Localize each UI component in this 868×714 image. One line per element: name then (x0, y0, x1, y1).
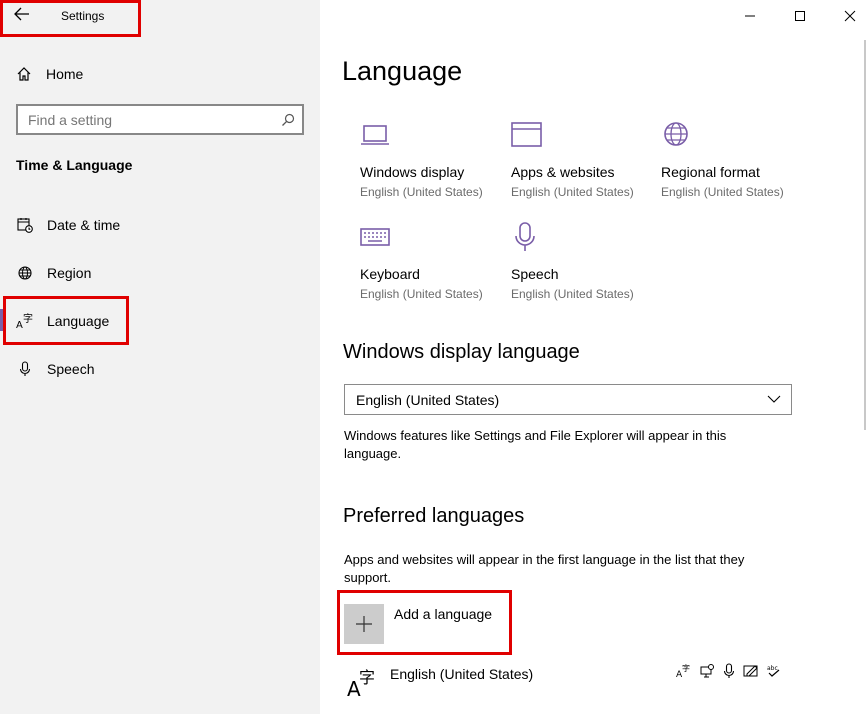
page-title: Language (342, 56, 463, 86)
sidebar-item-speech[interactable]: Speech (16, 357, 94, 381)
sidebar-item-label: Date & time (47, 217, 121, 233)
handwriting-icon (743, 665, 758, 677)
plus-icon (356, 616, 372, 632)
add-language-label[interactable]: Add a language (394, 606, 492, 622)
minimize-button[interactable] (740, 6, 760, 26)
preferred-languages-heading: Preferred languages (343, 505, 525, 527)
add-language-button[interactable] (344, 604, 384, 644)
language-icon: A字 (346, 666, 378, 701)
section-title: Time & Language (16, 157, 133, 173)
tile-sublabel: English (United States) (661, 185, 784, 199)
home-label: Home (46, 66, 84, 82)
display-language-heading: Windows display language (343, 341, 580, 363)
search-icon[interactable] (281, 113, 295, 127)
close-button[interactable] (840, 6, 860, 26)
close-icon (844, 10, 856, 22)
search-placeholder: Find a setting (28, 112, 113, 128)
preferred-languages-description: Apps and websites will appear in the fir… (344, 552, 745, 585)
display-language-icon: A字 (676, 663, 690, 679)
tile-label: Keyboard (360, 266, 420, 282)
sidebar-item-label: Speech (47, 361, 95, 377)
microphone-icon (511, 222, 651, 256)
chevron-down-icon (767, 395, 781, 403)
tile-sublabel: English (United States) (360, 185, 483, 199)
minimize-icon (745, 15, 755, 17)
language-highlight-box (3, 296, 129, 345)
back-button[interactable] (14, 7, 34, 25)
back-arrow-icon (14, 7, 29, 21)
text-to-speech-icon (723, 663, 735, 678)
display-language-dropdown[interactable]: English (United States) (344, 384, 792, 415)
sidebar-item-label: Region (47, 265, 92, 281)
maximize-button[interactable] (790, 6, 810, 26)
sidebar-item-date-time[interactable]: Date & time (16, 213, 120, 237)
tile-keyboard[interactable]: Keyboard English (United States) (360, 222, 500, 301)
browser-window-icon (511, 120, 651, 154)
display-language-description: Windows features like Settings and File … (344, 428, 727, 461)
dropdown-value: English (United States) (356, 392, 500, 408)
svg-text:abc: abc (767, 665, 778, 672)
sidebar-item-region[interactable]: Region (16, 261, 91, 285)
tile-regional-format[interactable]: Regional format English (United States) (661, 120, 801, 199)
tile-sublabel: English (United States) (360, 287, 483, 301)
tile-speech[interactable]: Speech English (United States) (511, 222, 651, 301)
scrollbar[interactable] (864, 40, 866, 430)
tile-sublabel: English (United States) (511, 287, 634, 301)
tile-label: Speech (511, 266, 559, 282)
tile-label: Apps & websites (511, 164, 615, 180)
search-input[interactable]: Find a setting (16, 104, 304, 135)
svg-text:字: 字 (682, 663, 690, 673)
tile-label: Regional format (661, 164, 760, 180)
globe-icon (16, 264, 34, 282)
globe-icon (661, 120, 801, 154)
calendar-clock-icon (16, 216, 34, 234)
monitor-icon (360, 120, 500, 154)
tile-sublabel: English (United States) (511, 185, 634, 199)
tile-apps-websites[interactable]: Apps & websites English (United States) (511, 120, 651, 199)
speech-recognition-icon (700, 664, 714, 678)
language-list-item[interactable]: English (United States) (390, 666, 533, 682)
keyboard-icon (360, 222, 500, 256)
svg-text:字: 字 (359, 668, 375, 687)
home-link[interactable]: Home (16, 63, 83, 85)
sidebar: Settings Home Find a setting Time & Lang… (0, 0, 320, 714)
tile-label: Windows display (360, 164, 465, 180)
microphone-icon (16, 360, 34, 378)
maximize-icon (795, 11, 805, 21)
tile-windows-display[interactable]: Windows display English (United States) (360, 120, 500, 199)
spellcheck-icon: abc (767, 665, 780, 677)
home-icon (17, 67, 31, 81)
window-title: Settings (61, 9, 105, 23)
